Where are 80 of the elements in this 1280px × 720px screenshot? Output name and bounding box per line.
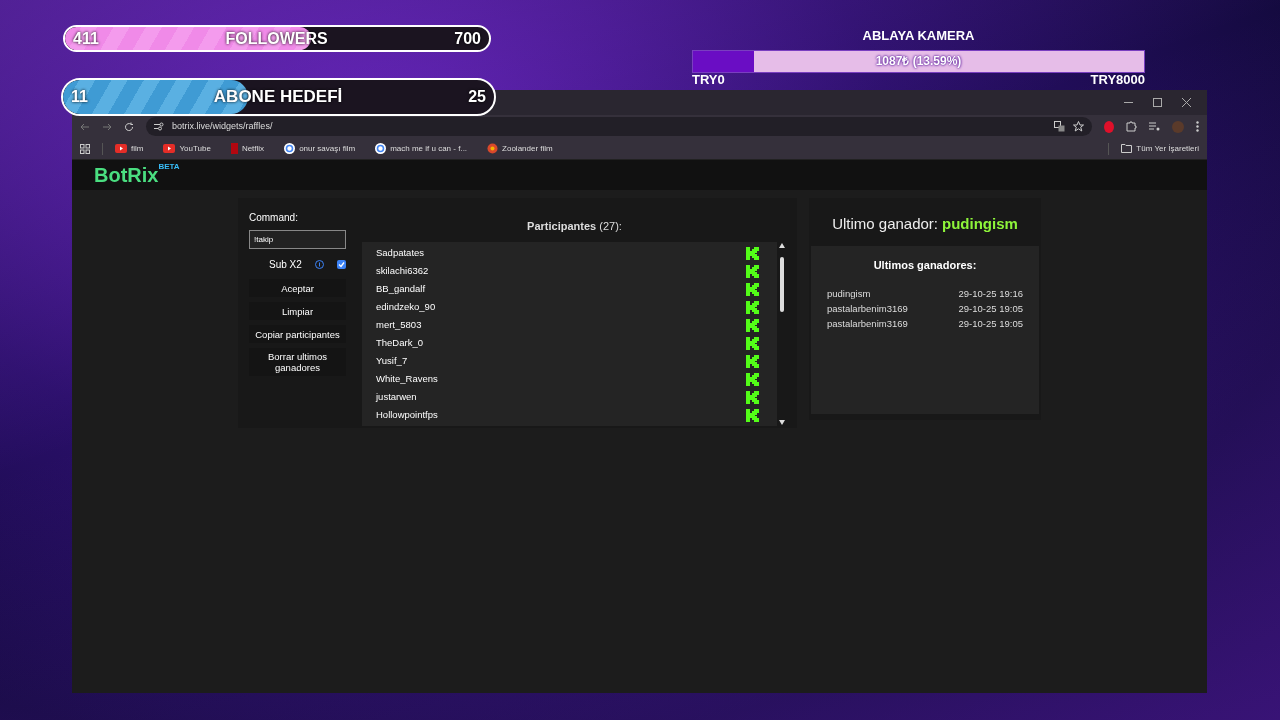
- video-play-icon: [163, 144, 176, 153]
- participant-name: edindzeko_90: [376, 299, 436, 314]
- scrollbar-thumb[interactable]: [780, 256, 784, 312]
- last-winner-label: Ultimo ganador:: [832, 214, 939, 234]
- participant-name: Yusif_7: [376, 353, 408, 368]
- scroll-down-icon[interactable]: [779, 420, 785, 425]
- platform-logo-icon: [746, 264, 759, 278]
- back-arrow-icon[interactable]: [80, 121, 90, 132]
- more-menu-icon[interactable]: [1196, 121, 1199, 132]
- reload-icon[interactable]: [124, 121, 134, 132]
- action-button[interactable]: Aceptar: [249, 279, 346, 297]
- action-button[interactable]: Copiar participantes: [249, 325, 346, 343]
- participant-name: BB_gandalf: [376, 281, 426, 296]
- puzzle-icon[interactable]: [1126, 121, 1137, 132]
- winner-name: pudingism: [827, 287, 871, 302]
- goal-target-count: 700: [454, 28, 481, 49]
- bookmark-link[interactable]: mach me if u can - f...: [375, 142, 468, 155]
- folder-icon: [1121, 144, 1133, 153]
- participants-heading: Participantes (27):: [527, 218, 622, 234]
- participant-name: Sadpatates: [376, 245, 425, 260]
- participant-name: Hollowpointfps: [376, 407, 438, 422]
- platform-logo-icon: [746, 354, 759, 368]
- letter-mark-icon: [230, 143, 238, 154]
- media-list-icon[interactable]: [1149, 122, 1160, 131]
- check-icon: [338, 260, 345, 268]
- recent-winners-heading: Ultimos ganadores:: [873, 257, 977, 273]
- bookmark-link[interactable]: Netflix: [230, 142, 265, 155]
- star-icon[interactable]: [1073, 121, 1084, 132]
- maximize-icon[interactable]: [1153, 98, 1162, 107]
- action-button[interactable]: Limpiar: [249, 302, 346, 320]
- site-settings-icon[interactable]: [154, 122, 164, 131]
- address-bar[interactable]: botrix.live/widgets/raffles/: [146, 117, 1092, 136]
- platform-logo-icon: [746, 372, 759, 386]
- participant-name: justarwen: [376, 389, 417, 404]
- info-icon[interactable]: [314, 259, 324, 269]
- goal-current-count: 411: [73, 28, 99, 49]
- bookmark-link[interactable]: Zoolander film: [487, 142, 553, 155]
- extension-badge-icon[interactable]: [1104, 120, 1114, 133]
- winner-name: pastalarbenim3169: [827, 317, 908, 332]
- bookmark-link[interactable]: YouTube: [163, 142, 211, 155]
- donation-goal-title: ABLAYA KAMERA: [862, 27, 975, 45]
- bookmark-link[interactable]: film: [115, 142, 144, 155]
- platform-logo-icon: [746, 282, 759, 296]
- bookmark-link[interactable]: onur savaşı film: [284, 142, 356, 155]
- command-label: Command:: [249, 211, 299, 225]
- participant-name: White_Ravens: [376, 371, 438, 386]
- site-favicon-icon: [487, 143, 499, 154]
- participant-name: mert_5803: [376, 317, 422, 332]
- platform-logo-icon: [746, 300, 759, 314]
- goal-target-count: 25: [468, 87, 486, 107]
- winner-time: 29-10-25 19:05: [958, 302, 1023, 317]
- winner-name: pastalarbenim3169: [827, 302, 908, 317]
- forward-arrow-icon[interactable]: [102, 121, 112, 132]
- action-button[interactable]: Borrar ultimos ganadores: [249, 348, 346, 376]
- translate-icon[interactable]: [1054, 121, 1065, 132]
- scroll-up-icon[interactable]: [779, 243, 785, 248]
- participant-name: TheDark_0: [376, 335, 423, 350]
- platform-logo-icon: [746, 246, 759, 260]
- last-winner-name: pudingism: [942, 214, 1018, 234]
- url-text: botrix.live/widgets/raffles/: [172, 119, 273, 133]
- g-circle-icon: [375, 143, 387, 154]
- winner-time: 29-10-25 19:05: [958, 317, 1023, 332]
- winner-time: 29-10-25 19:16: [958, 287, 1023, 302]
- goal-current-count: 11: [71, 87, 88, 107]
- platform-logo-icon: [746, 390, 759, 404]
- donation-max-label: TRY8000: [1090, 72, 1145, 87]
- donation-reading: 1087₺ (13.59%): [874, 53, 963, 70]
- sub-x2-checkbox[interactable]: [337, 259, 346, 269]
- platform-logo-icon: [746, 318, 759, 332]
- all-bookmarks-link[interactable]: Tüm Yer İşaretleri: [1121, 142, 1199, 155]
- apps-grid-icon[interactable]: [80, 143, 90, 154]
- participant-name: skilachi6362: [376, 263, 429, 278]
- platform-logo-icon: [746, 336, 759, 350]
- sub-x2-label: Sub X2: [269, 257, 302, 272]
- video-play-icon: [115, 144, 127, 153]
- command-input[interactable]: !takip: [249, 230, 346, 249]
- donation-min-label: TRY0: [692, 72, 725, 87]
- platform-logo-icon: [746, 408, 759, 422]
- close-icon[interactable]: [1182, 98, 1191, 107]
- g-circle-icon: [284, 143, 296, 154]
